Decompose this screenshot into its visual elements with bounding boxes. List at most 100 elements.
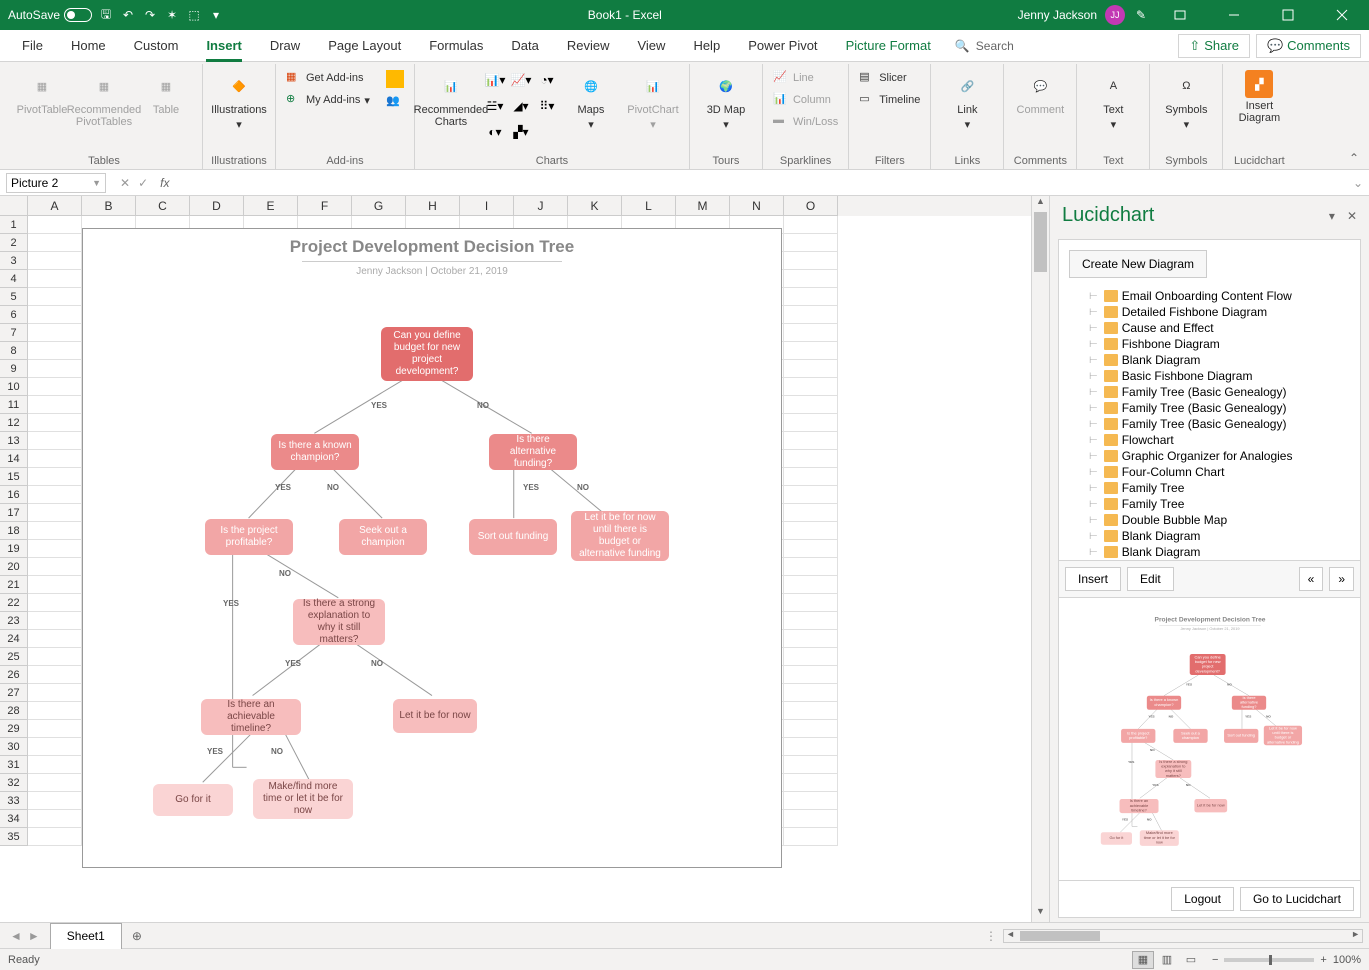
cell[interactable] [28, 522, 82, 540]
col-head[interactable]: E [244, 196, 298, 216]
cell[interactable] [784, 234, 838, 252]
cell[interactable] [28, 450, 82, 468]
tab-data[interactable]: Data [497, 30, 552, 62]
cell[interactable] [784, 738, 838, 756]
cell[interactable] [784, 252, 838, 270]
cell[interactable] [28, 558, 82, 576]
col-head[interactable]: D [190, 196, 244, 216]
combo-chart-icon[interactable]: ▞▾ [509, 120, 533, 144]
cell[interactable] [28, 720, 82, 738]
cell[interactable] [28, 666, 82, 684]
fx-icon[interactable]: fx [156, 176, 173, 190]
sparkline-column-button[interactable]: 📊Column [769, 90, 842, 110]
table-button[interactable]: ▦Table [136, 68, 196, 118]
row-head[interactable]: 31 [0, 756, 28, 774]
pivottable-button[interactable]: ▦PivotTable [12, 68, 72, 118]
hscroll-thumb[interactable] [1020, 931, 1100, 941]
col-head[interactable]: I [460, 196, 514, 216]
row-head[interactable]: 34 [0, 810, 28, 828]
cell[interactable] [784, 306, 838, 324]
collapse-ribbon-button[interactable]: ⌃ [1345, 147, 1363, 169]
tree-item[interactable]: ⊢Blank Diagram [1065, 352, 1354, 368]
row-head[interactable]: 33 [0, 792, 28, 810]
cell[interactable] [784, 504, 838, 522]
row-head[interactable]: 35 [0, 828, 28, 846]
stock-chart-icon[interactable]: ◐▾ [483, 120, 507, 144]
tab-review[interactable]: Review [553, 30, 624, 62]
cell[interactable] [28, 576, 82, 594]
pane-prev-button[interactable]: « [1299, 567, 1324, 591]
people-addin-button[interactable]: 👥 [382, 92, 408, 112]
cell[interactable] [784, 450, 838, 468]
row-head[interactable]: 17 [0, 504, 28, 522]
row-head[interactable]: 6 [0, 306, 28, 324]
cell[interactable] [28, 342, 82, 360]
zoom-out-button[interactable]: − [1212, 954, 1218, 966]
tree-item[interactable]: ⊢Double Bubble Map [1065, 512, 1354, 528]
tree-item[interactable]: ⊢Family Tree [1065, 496, 1354, 512]
zoom-level[interactable]: 100% [1333, 954, 1361, 966]
col-head[interactable]: N [730, 196, 784, 216]
tab-help[interactable]: Help [679, 30, 734, 62]
cell[interactable] [784, 720, 838, 738]
col-head[interactable]: L [622, 196, 676, 216]
hscroll-splitter[interactable]: ⋮ [985, 929, 997, 943]
cell[interactable] [28, 288, 82, 306]
cell[interactable] [784, 468, 838, 486]
row-head[interactable]: 24 [0, 630, 28, 648]
undo-icon[interactable]: ↶ [120, 7, 136, 23]
page-layout-view-button[interactable]: ▥ [1156, 951, 1178, 969]
cell[interactable] [784, 414, 838, 432]
row-head[interactable]: 18 [0, 522, 28, 540]
pane-edit-button[interactable]: Edit [1127, 567, 1174, 591]
row-head[interactable]: 4 [0, 270, 28, 288]
expand-formula-icon[interactable]: ⌄ [1347, 176, 1369, 190]
row-head[interactable]: 22 [0, 594, 28, 612]
my-addins-button[interactable]: ⊕My Add-ins ▾ [282, 90, 374, 110]
rec-charts-button[interactable]: 📊Recommended Charts [421, 68, 481, 130]
cell[interactable] [28, 234, 82, 252]
select-all-corner[interactable] [0, 196, 28, 216]
row-head[interactable]: 16 [0, 486, 28, 504]
tab-view[interactable]: View [623, 30, 679, 62]
user-avatar[interactable]: JJ [1105, 5, 1125, 25]
cell[interactable] [784, 522, 838, 540]
pane-menu-icon[interactable]: ▾ [1329, 209, 1335, 223]
scroll-thumb[interactable] [1034, 212, 1047, 272]
cell[interactable] [28, 378, 82, 396]
tab-custom[interactable]: Custom [120, 30, 193, 62]
comment-button[interactable]: 💬Comment [1010, 68, 1070, 118]
row-head[interactable]: 5 [0, 288, 28, 306]
cell[interactable] [28, 594, 82, 612]
cell[interactable] [784, 702, 838, 720]
cell[interactable] [28, 792, 82, 810]
sheet-nav-prev-icon[interactable]: ◄ [10, 929, 22, 943]
cell[interactable] [28, 360, 82, 378]
row-head[interactable]: 21 [0, 576, 28, 594]
pane-next-button[interactable]: » [1329, 567, 1354, 591]
add-sheet-button[interactable]: ⊕ [122, 929, 152, 943]
row-head[interactable]: 7 [0, 324, 28, 342]
inserted-diagram[interactable]: Project Development Decision Tree Jenny … [82, 228, 782, 868]
qat-more-icon[interactable]: ▾ [208, 7, 224, 23]
cell[interactable] [28, 396, 82, 414]
row-head[interactable]: 3 [0, 252, 28, 270]
share-button[interactable]: ⇧ Share [1178, 34, 1250, 58]
cell[interactable] [784, 432, 838, 450]
row-head[interactable]: 30 [0, 738, 28, 756]
cell[interactable] [28, 252, 82, 270]
tree-item[interactable]: ⊢Cause and Effect [1065, 320, 1354, 336]
bing-addin-button[interactable] [382, 68, 408, 90]
col-head[interactable]: C [136, 196, 190, 216]
col-head[interactable]: O [784, 196, 838, 216]
cell[interactable] [784, 774, 838, 792]
row-head[interactable]: 27 [0, 684, 28, 702]
cell[interactable] [784, 396, 838, 414]
3d-map-button[interactable]: 🌍3D Map▾ [696, 68, 756, 133]
cell[interactable] [28, 810, 82, 828]
row-head[interactable]: 1 [0, 216, 28, 234]
cell[interactable] [28, 486, 82, 504]
tree-item[interactable]: ⊢Four-Column Chart [1065, 464, 1354, 480]
tree-item[interactable]: ⊢Graphic Organizer for Analogies [1065, 448, 1354, 464]
illustrations-button[interactable]: 🔶Illustrations▾ [209, 68, 269, 133]
